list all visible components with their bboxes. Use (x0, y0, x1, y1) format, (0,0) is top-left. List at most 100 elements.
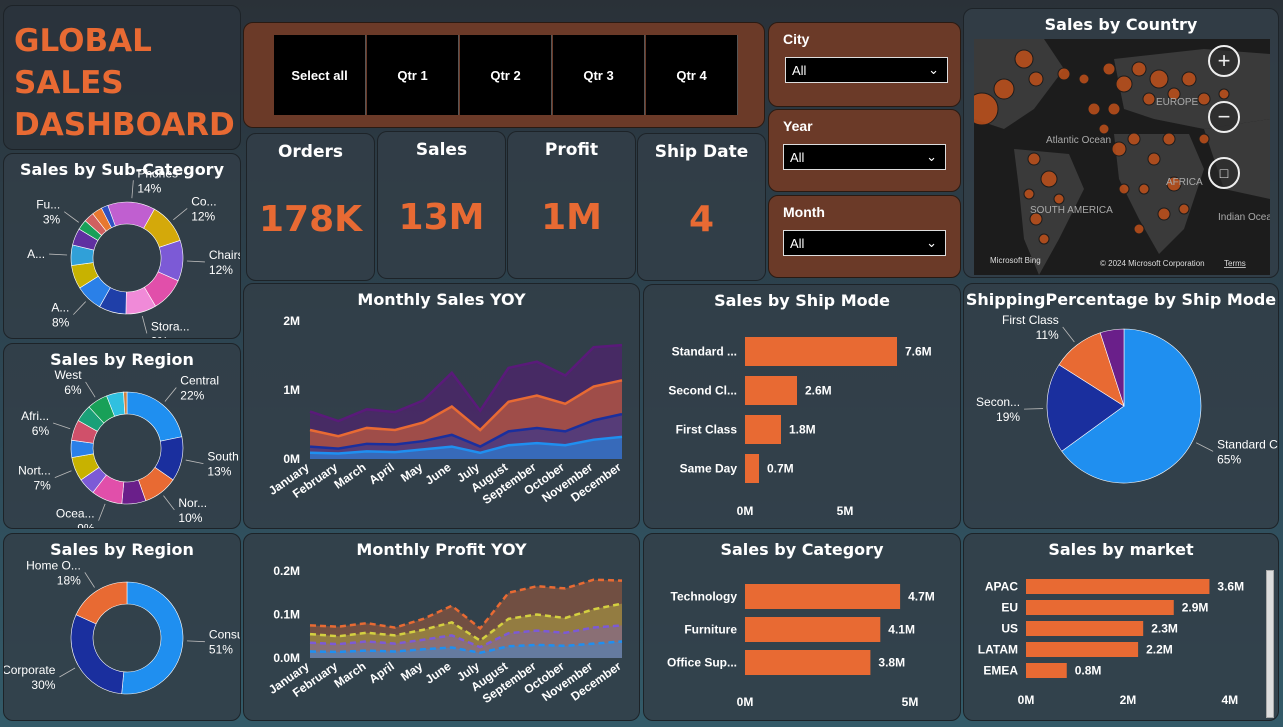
slice-percent: 12% (209, 263, 233, 277)
x-tick-label: March (331, 659, 368, 691)
data-label: 2.9M (1182, 601, 1209, 615)
x-tick-label: 0M (737, 695, 754, 709)
quarter-slicer: Select all Qtr 1 Qtr 2 Qtr 3 Qtr 4 (243, 22, 765, 128)
slice-percent: 13% (207, 465, 231, 479)
year-dropdown[interactable]: All ⌄ (783, 144, 946, 170)
monthly-profit-panel: Monthly Profit YOY 0.2M 0.1M 0.0M January Fe… (243, 533, 640, 721)
slice-percent: 11% (1036, 328, 1059, 342)
slice-label: Consu... (209, 628, 241, 642)
map-terms-link: Terms (1224, 259, 1246, 268)
bar (1026, 663, 1067, 678)
country-bubble (1131, 61, 1147, 77)
zoom-out-icon[interactable]: − (1208, 101, 1240, 133)
land-africa (1114, 134, 1204, 254)
leader-line (186, 260, 205, 263)
kpi-sales-value: 13M (398, 197, 485, 238)
quarter-select-all-button[interactable]: Select all (274, 35, 366, 115)
leader-line (49, 253, 68, 256)
country-bubble (1027, 152, 1041, 166)
data-label: 2.6M (805, 384, 832, 398)
scrollbar[interactable] (1266, 570, 1274, 718)
country-bubble (1133, 223, 1145, 235)
quarter-q1-button[interactable]: Qtr 1 (367, 35, 459, 115)
country-bubble (1014, 49, 1034, 69)
x-tick-label: 5M (902, 695, 919, 709)
kpi-ship-date-value: 4 (688, 199, 715, 240)
slice-percent: 6% (32, 424, 50, 438)
chevron-down-icon: ⌄ (928, 62, 939, 77)
data-label: 3.8M (878, 656, 905, 670)
city-dropdown[interactable]: All ⌄ (785, 57, 948, 83)
category-label: Same Day (680, 462, 738, 476)
y-tick-label: 0.1M (273, 608, 300, 622)
x-tick-label: May (398, 460, 425, 485)
pie-slice (75, 581, 128, 625)
year-dropdown-value: All (790, 150, 805, 165)
slice-label: Afri... (21, 409, 49, 423)
leader-line (84, 572, 95, 588)
country-bubble (1023, 188, 1035, 200)
x-tick-label: 0M (1018, 693, 1035, 707)
month-dropdown[interactable]: All ⌄ (783, 230, 946, 256)
category-label: Second Cl... (668, 384, 737, 398)
x-tick-label: 5M (837, 504, 854, 518)
zoom-in-icon[interactable]: + (1208, 45, 1240, 77)
kpi-profit-label: Profit (544, 140, 599, 160)
slice-percent: 65% (1217, 452, 1241, 466)
data-label: 0.8M (1075, 664, 1102, 678)
shipping-percentage-chart: Standard Class65% Secon...19% First Class1… (976, 313, 1278, 484)
map-attribution: © 2024 Microsoft Corporation (1100, 259, 1205, 268)
slice-label: Stora... (151, 319, 190, 333)
slice-percent: 19% (996, 410, 1020, 424)
chevron-down-icon: ⌄ (926, 235, 937, 250)
country-bubble (1142, 92, 1156, 106)
map-label-europe: EUROPE (1156, 97, 1199, 108)
bar (1026, 642, 1139, 657)
x-tick-label: April (366, 659, 396, 686)
category-label: Technology (671, 590, 738, 604)
leader-line (185, 459, 204, 465)
sales-by-market-panel: Sales by market APAC 3.6M EU 2.9M US 2.3M LATA… (963, 533, 1279, 721)
country-bubble (1127, 132, 1141, 146)
leader-line (52, 422, 71, 430)
country-bubble (1162, 132, 1176, 146)
country-bubble (1098, 123, 1110, 135)
kpi-ship-date: Ship Date 4 (637, 133, 766, 281)
slice-label: Central (180, 374, 219, 388)
bar (745, 376, 797, 405)
select-area-icon[interactable]: □ (1208, 157, 1240, 189)
map-label-indian: Indian Ocea (1218, 212, 1270, 223)
x-tick-label: 4M (1221, 693, 1238, 707)
map-title: Sales by Country (1044, 15, 1198, 34)
slice-label: Home O... (26, 558, 81, 572)
quarter-q3-button[interactable]: Qtr 3 (553, 35, 645, 115)
x-tick-label: May (398, 659, 425, 684)
monthly-profit-chart: 0.2M0.1M0.0MJanuaryFebruaryMarchApril May… (266, 564, 624, 706)
slice-label: Ocea... (56, 507, 95, 521)
month-slicer: Month All ⌄ (768, 195, 961, 278)
data-label: 7.6M (905, 345, 932, 359)
kpi-profit-value: 1M (541, 197, 602, 238)
month-slicer-label: Month (783, 204, 825, 220)
y-tick-label: 1M (283, 383, 300, 397)
category-label: APAC (985, 580, 1018, 594)
slice-label: Fu... (36, 198, 60, 212)
slice-percent: 10% (178, 511, 202, 525)
map-label-south-america: SOUTH AMERICA (1030, 205, 1113, 216)
quarter-q2-button[interactable]: Qtr 2 (460, 35, 552, 115)
slice-percent: 3% (43, 213, 61, 227)
leader-line (186, 640, 205, 643)
map-canvas[interactable]: Atlantic Ocean EUROPE AFRICA SOUTH AMERI… (974, 39, 1270, 275)
x-tick-label: March (331, 460, 368, 492)
map-panel: Sales by Country Atlantic Ocean EUROPE A… (963, 8, 1279, 278)
bar (745, 584, 901, 609)
country-bubble (1118, 183, 1130, 195)
leader-line (173, 208, 188, 221)
quarter-q4-button[interactable]: Qtr 4 (646, 35, 738, 115)
slice-percent: 8% (52, 316, 70, 330)
leader-line (131, 180, 134, 199)
x-tick-label: June (423, 659, 454, 687)
country-bubble (1057, 67, 1071, 81)
country-bubble (1038, 233, 1050, 245)
category-label: EMEA (983, 664, 1018, 678)
